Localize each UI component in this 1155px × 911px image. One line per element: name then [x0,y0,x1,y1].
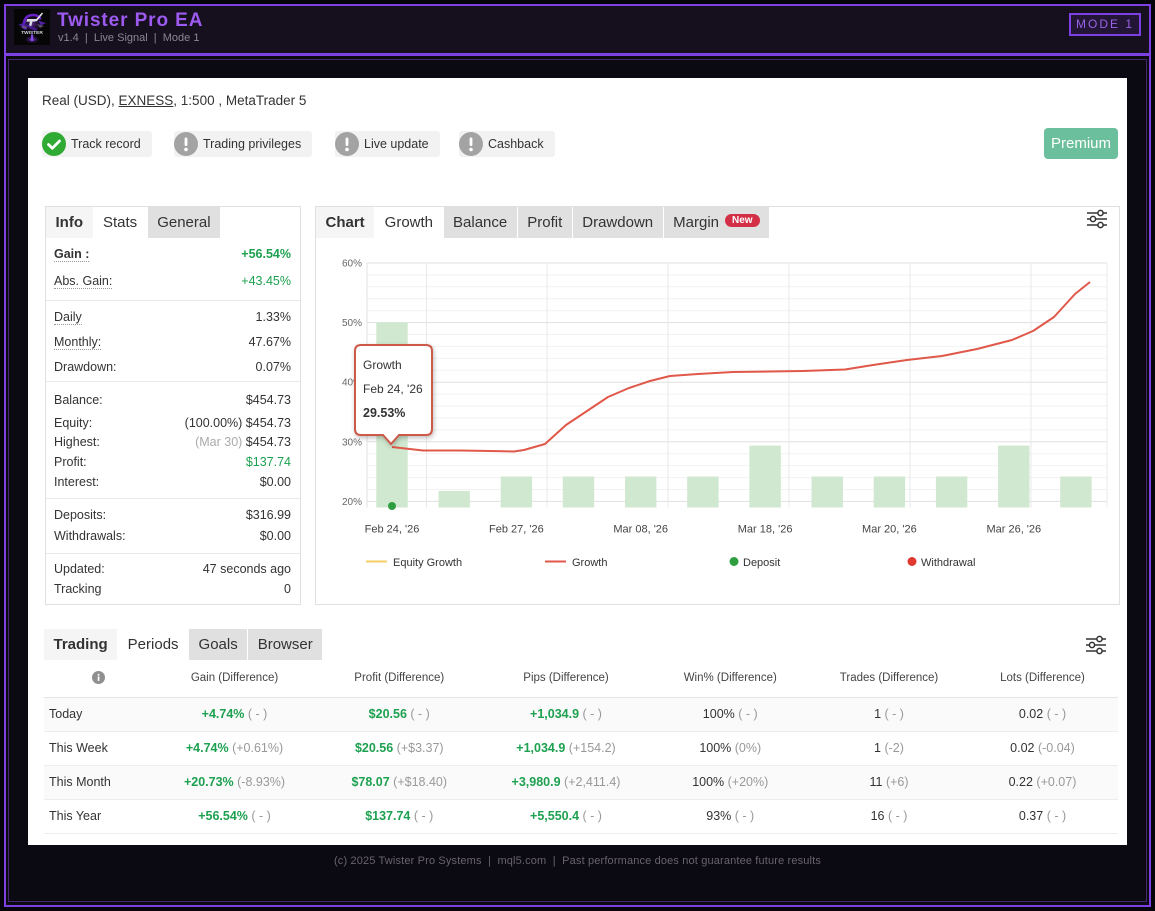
svg-text:Mar 18, '26: Mar 18, '26 [738,524,793,536]
svg-text:30%: 30% [342,437,362,448]
svg-text:Mar 20, '26: Mar 20, '26 [862,524,917,536]
svg-text:Equity Growth: Equity Growth [393,557,462,569]
svg-text:Mar 08, '26: Mar 08, '26 [613,524,668,536]
svg-text:Feb 24, '26: Feb 24, '26 [363,382,423,396]
svg-text:20%: 20% [342,497,362,508]
svg-text:Withdrawal: Withdrawal [921,557,975,569]
svg-text:60%: 60% [342,259,362,270]
svg-text:Feb 24, '26: Feb 24, '26 [365,524,420,536]
svg-text:50%: 50% [342,318,362,329]
svg-text:Growth: Growth [363,358,402,372]
svg-text:Growth: Growth [572,557,607,569]
svg-text:Deposit: Deposit [743,557,780,569]
svg-text:29.53%: 29.53% [363,406,405,420]
svg-text:Mar 26, '26: Mar 26, '26 [986,524,1041,536]
svg-text:Feb 27, '26: Feb 27, '26 [489,524,544,536]
